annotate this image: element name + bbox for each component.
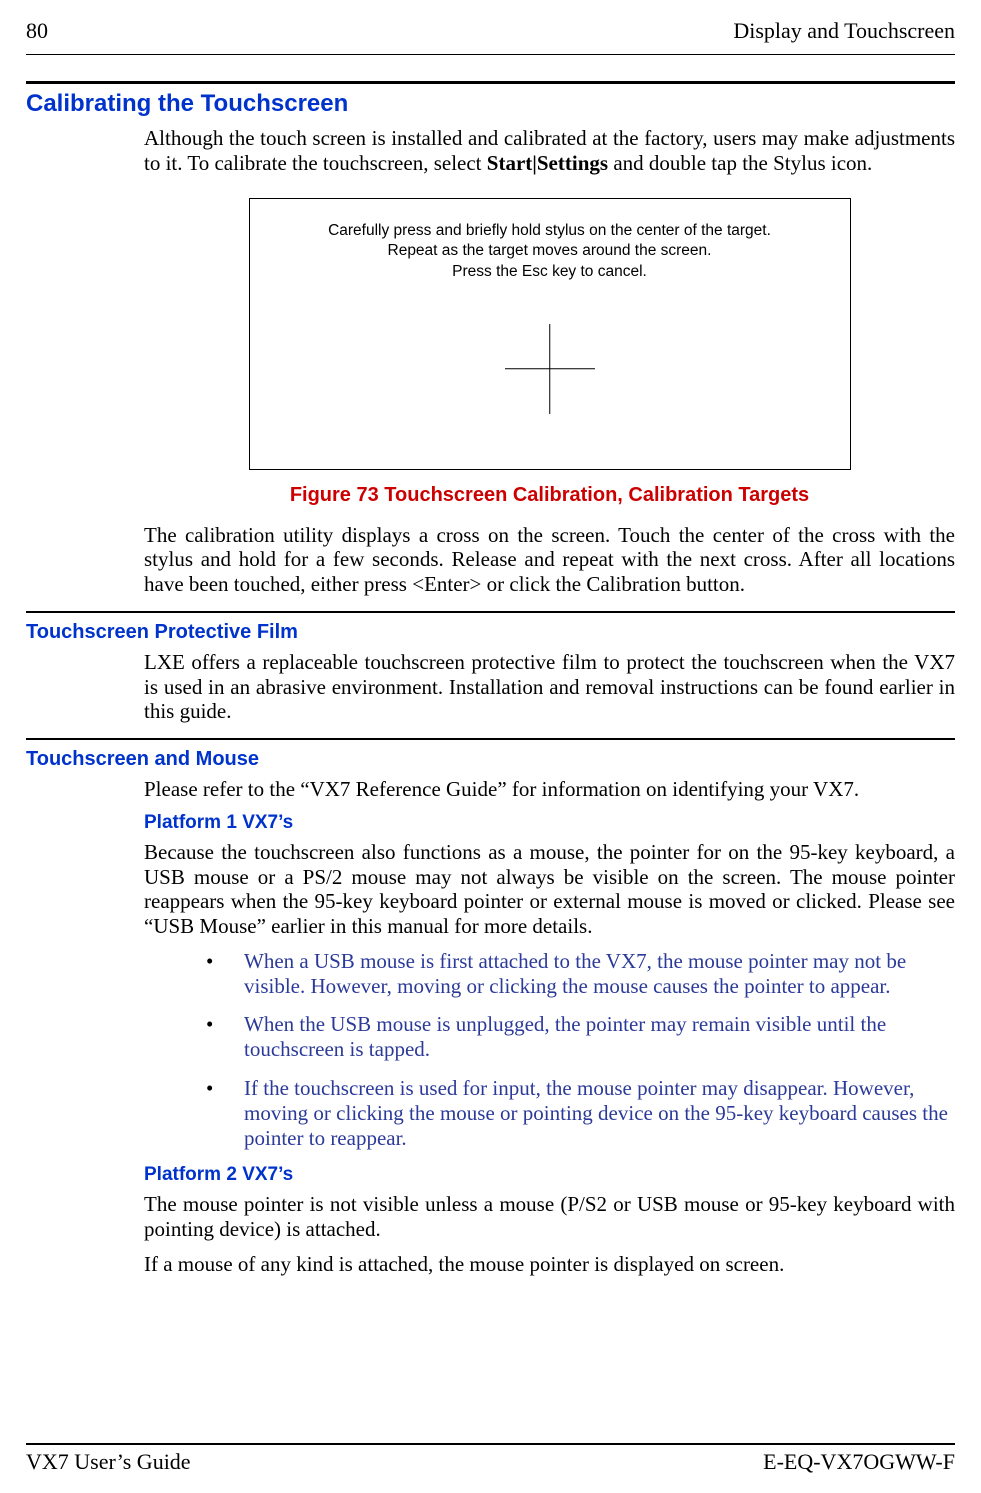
page-number: 80 xyxy=(26,18,48,44)
figure-line: Press the Esc key to cancel. xyxy=(452,263,647,280)
calibrating-para-1: Although the touch screen is installed a… xyxy=(144,126,955,176)
page: 80 Display and Touchscreen Calibrating t… xyxy=(0,0,981,1493)
heading-protective-film: Touchscreen Protective Film xyxy=(26,621,955,644)
platform1-para: Because the touchscreen also functions a… xyxy=(144,840,955,939)
body-block: Please refer to the “VX7 Reference Guide… xyxy=(144,777,955,1276)
section-title: Display and Touchscreen xyxy=(733,18,955,44)
figure-caption: Figure 73 Touchscreen Calibration, Calib… xyxy=(144,484,955,507)
header-rule xyxy=(26,54,955,55)
calibration-figure: Carefully press and briefly hold stylus … xyxy=(249,198,851,470)
list-item: When the USB mouse is unplugged, the poi… xyxy=(206,1012,955,1062)
body-block: LXE offers a replaceable touchscreen pro… xyxy=(144,650,955,724)
list-item: If the touchscreen is used for input, th… xyxy=(206,1076,955,1150)
body-block: Although the touch screen is installed a… xyxy=(144,126,955,597)
touchscreen-mouse-intro: Please refer to the “VX7 Reference Guide… xyxy=(144,777,955,802)
heading-touchscreen-mouse: Touchscreen and Mouse xyxy=(26,748,955,771)
text-bold: Start|Settings xyxy=(487,151,608,175)
page-footer: VX7 User’s Guide E-EQ-VX7OGWW-F xyxy=(26,1443,955,1475)
platform2-para-2: If a mouse of any kind is attached, the … xyxy=(144,1252,955,1277)
platform2-para-1: The mouse pointer is not visible unless … xyxy=(144,1192,955,1242)
footer-row: VX7 User’s Guide E-EQ-VX7OGWW-F xyxy=(26,1445,955,1475)
figure-instructions: Carefully press and briefly hold stylus … xyxy=(250,199,850,284)
heading-platform-1: Platform 1 VX7’s xyxy=(144,812,955,834)
heading-platform-2: Platform 2 VX7’s xyxy=(144,1164,955,1186)
page-header: 80 Display and Touchscreen xyxy=(26,0,955,48)
figure-line: Repeat as the target moves around the sc… xyxy=(388,242,712,259)
figure-line: Carefully press and briefly hold stylus … xyxy=(328,222,771,239)
crosshair-icon xyxy=(505,324,595,414)
list-item: When a USB mouse is first attached to th… xyxy=(206,949,955,999)
section-rule xyxy=(26,81,955,84)
platform1-bullet-list: When a USB mouse is first attached to th… xyxy=(206,949,955,1150)
footer-right: E-EQ-VX7OGWW-F xyxy=(763,1449,955,1475)
calibrating-para-2: The calibration utility displays a cross… xyxy=(144,523,955,597)
heading-calibrating: Calibrating the Touchscreen xyxy=(26,90,955,118)
section-rule xyxy=(26,611,955,613)
footer-left: VX7 User’s Guide xyxy=(26,1449,191,1475)
section-rule xyxy=(26,738,955,740)
text: and double tap the Stylus icon. xyxy=(608,151,872,175)
protective-film-para: LXE offers a replaceable touchscreen pro… xyxy=(144,650,955,724)
